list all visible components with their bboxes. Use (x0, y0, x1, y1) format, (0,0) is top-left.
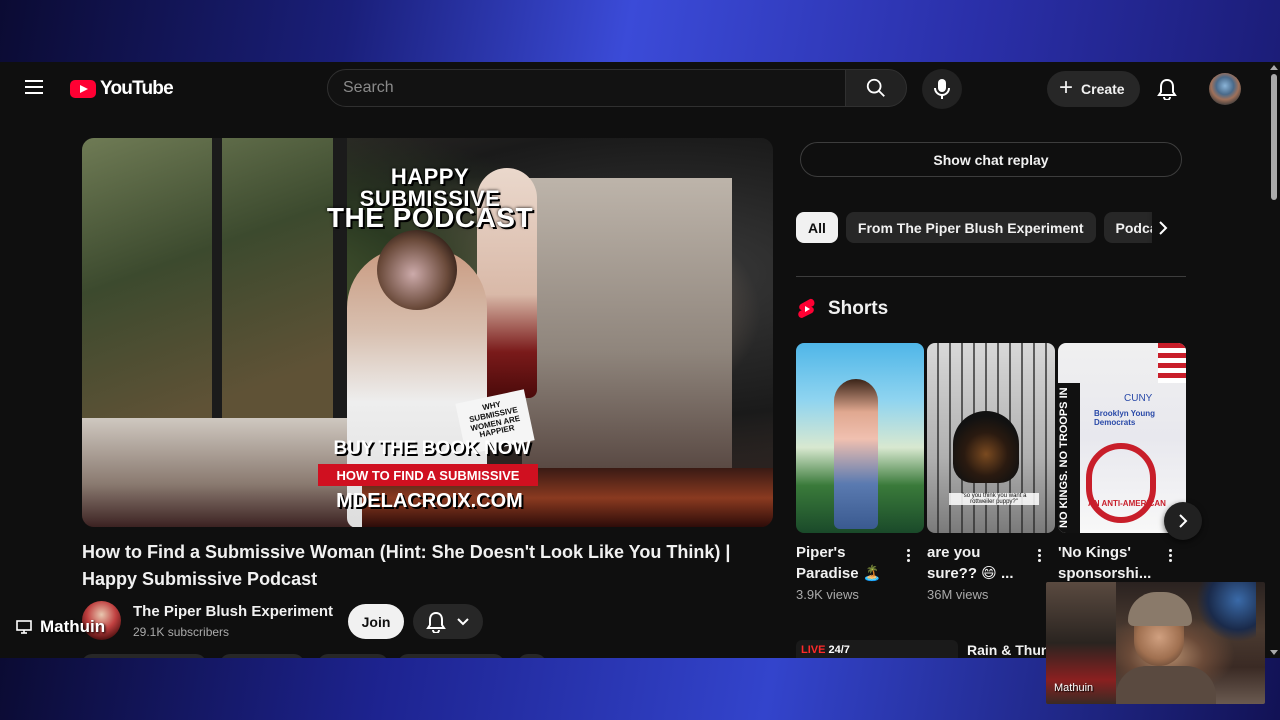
shorts-icon (798, 298, 815, 318)
chips-next-button[interactable] (1150, 214, 1176, 242)
more-options-icon[interactable] (1033, 547, 1045, 567)
scroll-up-arrow[interactable] (1270, 65, 1278, 70)
scrollbar-thumb[interactable] (1271, 74, 1277, 200)
action-button-stub[interactable] (398, 654, 504, 658)
logo-text: YouTube (100, 78, 174, 99)
find-submissive-banner: HOW TO FIND A SUBMISSIVE (318, 464, 538, 486)
search-box[interactable] (327, 69, 846, 107)
more-options-icon[interactable] (1164, 547, 1176, 567)
short-caption: "so you think you want a rottweiler pupp… (949, 493, 1039, 505)
chevron-right-icon (1159, 221, 1168, 235)
webcam-person-body (1116, 666, 1216, 704)
microphone-icon (934, 79, 950, 99)
join-button[interactable]: Join (348, 604, 404, 639)
short-thumbnail-person (834, 379, 878, 529)
video-scene-shelf (522, 178, 732, 468)
puppy-image (953, 411, 1019, 483)
thumbnail-anti-text: AN ANTI-AMERICAN (1088, 499, 1166, 508)
shorts-title: Shorts (828, 298, 889, 319)
account-avatar[interactable] (1209, 73, 1241, 105)
notifications-button[interactable] (1152, 74, 1182, 104)
action-button-stub[interactable] (82, 654, 206, 658)
flag-graphic (1158, 343, 1186, 383)
search-icon (866, 78, 885, 97)
thumbnail-org-text: Brooklyn Young Democrats (1094, 409, 1156, 427)
video-scene-host-head (377, 230, 457, 310)
youtube-logo[interactable]: YouTube (70, 78, 174, 100)
bell-icon (1157, 78, 1177, 100)
shorts-next-button[interactable] (1164, 502, 1202, 540)
short-thumbnail[interactable]: "so you think you want a rottweiler pupp… (927, 343, 1055, 533)
chevron-down-icon (457, 617, 469, 625)
chip-from-channel[interactable]: From The Piper Blush Experiment (845, 212, 1096, 243)
short-item[interactable]: Piper's Paradise 🏝️ 3.9K views (796, 343, 924, 602)
thumbnail-strip-text: NO KINGS. NO TROOPS IN (1058, 383, 1080, 533)
youtube-window: YouTube + Create HAPPY SUBMISSIVE THE (0, 62, 1280, 658)
short-views: 3.9K views (796, 587, 859, 602)
show-chat-replay-button[interactable]: Show chat replay (800, 142, 1182, 177)
menu-icon[interactable] (22, 76, 48, 100)
shorts-header: Shorts (798, 298, 888, 320)
section-divider (796, 276, 1186, 277)
thumbnail-red-logo (1086, 443, 1156, 523)
chip-all[interactable]: All (796, 212, 838, 243)
webcam-label: Mathuin (1054, 682, 1094, 694)
video-player[interactable]: HAPPY SUBMISSIVE THE PODCAST WHY SUBMISS… (82, 138, 773, 527)
masthead: YouTube + Create (0, 62, 1268, 114)
chip-podcasts[interactable]: Podcasts (1103, 212, 1152, 243)
search-button[interactable] (845, 69, 907, 107)
webcam-background-light (1196, 582, 1256, 642)
search-input[interactable] (328, 70, 845, 106)
shorts-shelf: Piper's Paradise 🏝️ 3.9K views "so you t… (796, 343, 1186, 603)
short-title[interactable]: Piper's Paradise 🏝️ (796, 542, 896, 584)
channel-name[interactable]: The Piper Blush Experiment (133, 603, 333, 620)
action-button-stub[interactable] (518, 654, 546, 658)
voice-search-button[interactable] (922, 69, 962, 109)
more-options-icon[interactable] (902, 547, 914, 567)
subscription-notifications-button[interactable] (413, 604, 483, 639)
short-item[interactable]: "so you think you want a rottweiler pupp… (927, 343, 1055, 602)
short-thumbnail[interactable] (796, 343, 924, 533)
short-thumbnail[interactable]: NO KINGS. NO TROOPS IN CUNY Brooklyn You… (1058, 343, 1186, 533)
chevron-right-icon (1179, 514, 1188, 528)
live-badge: LIVE 24/7 (801, 644, 850, 656)
video-title: How to Find a Submissive Woman (Hint: Sh… (82, 542, 731, 589)
action-button-stub[interactable] (220, 654, 304, 658)
filter-chips: AllFrom The Piper Blush ExperimentPodcas… (796, 212, 1152, 244)
subscriber-count: 29.1K subscribers (133, 625, 230, 639)
bell-icon (426, 611, 446, 633)
thumbnail-cuny-text: CUNY (1124, 393, 1153, 404)
video-overlay-title: HAPPY SUBMISSIVE THE PODCAST (326, 164, 534, 233)
site-url-caption: MDELACROIX.COM (336, 490, 523, 512)
plus-icon: + (1059, 74, 1074, 101)
video-scene-window (82, 138, 347, 438)
streamer-tag: Mathuin (16, 617, 105, 637)
buy-book-caption: BUY THE BOOK NOW (333, 438, 531, 459)
short-views: 36M views (927, 587, 989, 602)
youtube-play-icon (70, 80, 96, 98)
streamer-name: Mathuin (40, 617, 106, 636)
create-button[interactable]: + Create (1047, 71, 1140, 107)
monitor-icon (16, 620, 32, 634)
short-title[interactable]: 'No Kings' sponsorshi... (1058, 542, 1158, 584)
short-title[interactable]: are you sure?? 😄 ... (927, 542, 1027, 584)
page-scrollbar[interactable] (1268, 62, 1280, 658)
scroll-down-arrow[interactable] (1270, 650, 1278, 655)
action-button-stub[interactable] (318, 654, 388, 658)
short-item[interactable]: NO KINGS. NO TROOPS IN CUNY Brooklyn You… (1058, 343, 1186, 584)
webcam-person-hair (1128, 592, 1192, 626)
live-video-title[interactable]: Rain & Thunder (967, 642, 1057, 658)
action-buttons-row (82, 654, 552, 658)
create-label: Create (1081, 81, 1125, 97)
